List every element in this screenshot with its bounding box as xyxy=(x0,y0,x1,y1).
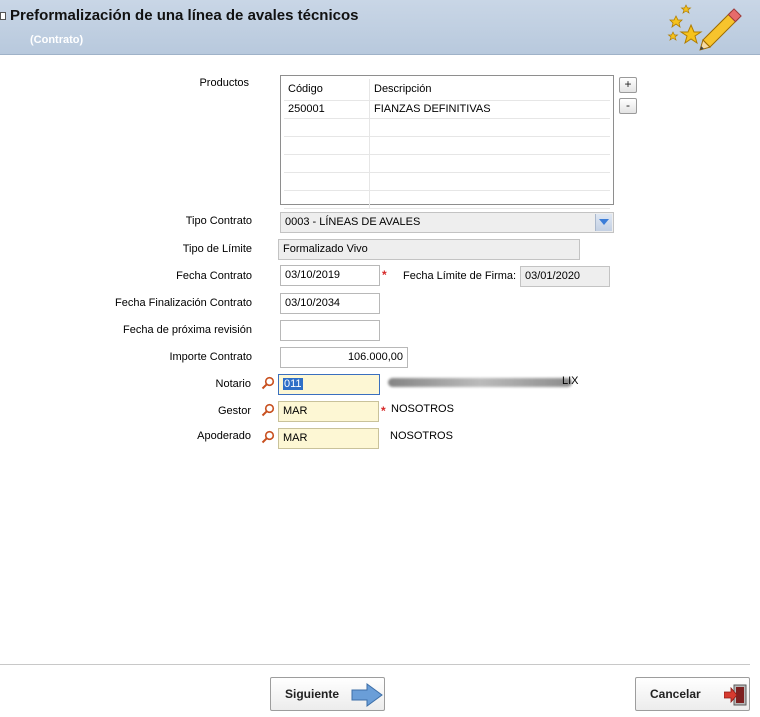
fecha-revision-input[interactable] xyxy=(280,320,380,341)
cell-descripcion: FIANZAS DEFINITIVAS xyxy=(374,103,491,115)
wizard-stars-pencil-icon xyxy=(667,4,742,51)
column-header-codigo[interactable]: Código xyxy=(284,79,370,100)
search-icon[interactable] xyxy=(261,376,275,390)
page-header: Preformalización de una línea de avales … xyxy=(0,0,760,55)
fecha-limite-firma-label: Fecha Límite de Firma: xyxy=(403,270,517,282)
redacted-notario-name xyxy=(388,378,572,387)
fecha-finalizacion-input[interactable]: 03/10/2034 xyxy=(280,293,380,314)
tipo-contrato-select[interactable]: 0003 - LÍNEAS DE AVALES xyxy=(280,212,614,233)
fecha-contrato-label: Fecha Contrato xyxy=(176,270,252,282)
cell-empty xyxy=(284,191,370,208)
cancel-button-label: Cancelar xyxy=(650,687,701,701)
remove-product-button[interactable]: - xyxy=(619,98,637,114)
apoderado-label: Apoderado xyxy=(197,430,251,442)
table-row-empty[interactable] xyxy=(284,155,610,173)
cancel-button[interactable]: Cancelar xyxy=(635,677,750,711)
importe-label: Importe Contrato xyxy=(169,351,252,363)
grid-header-row: Código Descripción xyxy=(284,79,610,101)
cell-empty xyxy=(284,137,370,154)
table-row-empty[interactable] xyxy=(284,119,610,137)
cell-empty xyxy=(284,119,370,136)
required-marker: * xyxy=(382,268,387,282)
notario-input[interactable]: 011 xyxy=(278,374,380,395)
table-row-empty[interactable] xyxy=(284,137,610,155)
tipo-contrato-value: 0003 - LÍNEAS DE AVALES xyxy=(285,216,421,228)
table-row-empty[interactable] xyxy=(284,191,610,209)
fecha-contrato-input[interactable]: 03/10/2019 xyxy=(280,265,380,286)
notario-value: 011 xyxy=(283,378,303,390)
cell-codigo: 250001 xyxy=(284,101,370,118)
next-button[interactable]: Siguiente xyxy=(270,677,385,711)
page-subtitle: (Contrato) xyxy=(30,34,84,46)
productos-label: Productos xyxy=(199,77,249,89)
apoderado-input[interactable]: MAR xyxy=(278,428,379,449)
page-title: Preformalización de una línea de avales … xyxy=(10,7,359,24)
table-row-empty[interactable] xyxy=(284,173,610,191)
gestor-label: Gestor xyxy=(217,405,251,417)
window-icon xyxy=(0,12,6,20)
importe-input[interactable]: 106.000,00 xyxy=(280,347,408,368)
notario-label: Notario xyxy=(215,378,251,390)
footer-divider xyxy=(0,664,750,665)
fecha-finalizacion-label: Fecha Finalización Contrato xyxy=(115,297,252,309)
productos-grid[interactable]: Código Descripción 250001 FIANZAS DEFINI… xyxy=(280,75,614,209)
arrow-right-icon xyxy=(351,683,383,707)
search-icon[interactable] xyxy=(261,403,275,417)
tipo-limite-field: Formalizado Vivo xyxy=(278,239,580,260)
gestor-input[interactable]: MAR xyxy=(278,401,379,422)
fecha-limite-firma-field: 03/01/2020 xyxy=(520,266,610,287)
gestor-name: NOSOTROS xyxy=(391,403,454,415)
exit-door-icon xyxy=(724,684,747,706)
add-product-button[interactable]: + xyxy=(619,77,637,93)
table-row[interactable]: 250001 FIANZAS DEFINITIVAS xyxy=(284,101,610,119)
column-header-descripcion[interactable]: Descripción xyxy=(370,79,610,100)
fecha-revision-label: Fecha de próxima revisión xyxy=(122,324,252,336)
required-marker: * xyxy=(381,404,386,418)
cell-empty xyxy=(284,173,370,190)
notario-name-suffix: LIX xyxy=(562,375,579,387)
next-button-label: Siguiente xyxy=(285,687,340,701)
dropdown-arrow-icon[interactable] xyxy=(595,214,612,231)
apoderado-name: NOSOTROS xyxy=(390,430,453,442)
search-icon[interactable] xyxy=(261,430,275,444)
cell-empty xyxy=(284,155,370,172)
tipo-contrato-label: Tipo Contrato xyxy=(185,215,252,227)
tipo-limite-label: Tipo de Límite xyxy=(182,243,252,255)
